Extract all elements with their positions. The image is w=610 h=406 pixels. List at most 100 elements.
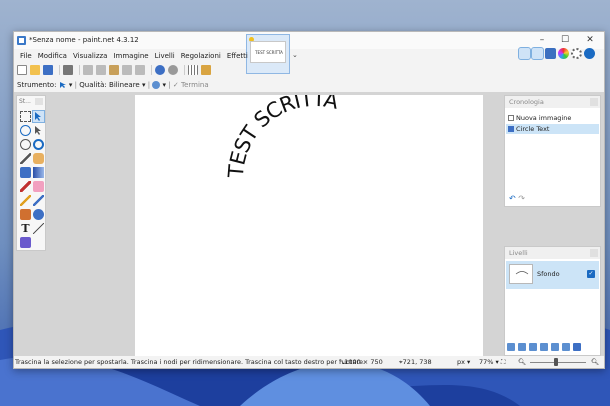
tools-window-icon[interactable] bbox=[518, 47, 531, 60]
menu-visualizza[interactable]: Visualizza bbox=[70, 50, 110, 63]
duplicate-layer-icon[interactable] bbox=[529, 343, 537, 351]
recolor-tool-icon[interactable] bbox=[33, 209, 44, 220]
image-tab-senza-nome[interactable]: TEST SCRITTA bbox=[246, 34, 290, 74]
maximize-button[interactable]: ☐ bbox=[554, 34, 576, 46]
tools-panel-close-icon[interactable] bbox=[35, 98, 43, 105]
options-separator: | bbox=[147, 81, 151, 89]
thumbnail-text: TEST SCRITTA bbox=[254, 50, 283, 55]
menu-file[interactable]: File bbox=[14, 50, 35, 63]
history-item-new-image[interactable]: Nuova immagine bbox=[506, 113, 599, 123]
tool-dropdown-icon[interactable]: ▾ bbox=[69, 81, 73, 89]
history-panel: Cronologia Nuova immagine Circle Text ↶ … bbox=[504, 95, 601, 207]
print-icon[interactable] bbox=[63, 65, 73, 75]
eraser-tool-icon[interactable] bbox=[33, 181, 44, 192]
tabs-dropdown-icon[interactable]: ⌄ bbox=[292, 51, 298, 59]
circle-text: TEST SCRITTA bbox=[224, 95, 342, 179]
blend-mode-icon[interactable] bbox=[152, 81, 161, 89]
layer-properties-icon[interactable] bbox=[573, 343, 581, 351]
clone-stamp-tool-icon[interactable] bbox=[20, 209, 31, 220]
zoom-select[interactable]: 77% ▾ ⛶ bbox=[479, 356, 505, 368]
merge-layer-down-icon[interactable] bbox=[540, 343, 548, 351]
color-picker-tool-icon[interactable] bbox=[33, 195, 44, 206]
deselect-icon[interactable] bbox=[135, 65, 145, 75]
help-icon[interactable] bbox=[584, 48, 595, 59]
gradient-tool-icon[interactable] bbox=[33, 167, 44, 178]
tool-label: Strumento: bbox=[17, 81, 57, 89]
units-select[interactable]: px ▾ bbox=[457, 356, 470, 368]
zoom-slider[interactable] bbox=[530, 362, 586, 363]
toolbar-separator bbox=[79, 65, 80, 75]
new-icon[interactable] bbox=[17, 65, 27, 75]
ellipse-select-tool-icon[interactable] bbox=[20, 139, 31, 150]
line-curve-tool-icon[interactable] bbox=[33, 223, 44, 234]
blend-dropdown-icon[interactable]: ▾ bbox=[163, 81, 167, 89]
effect-icon bbox=[508, 126, 514, 132]
layer-name: Sfondo bbox=[537, 270, 560, 278]
tools-panel: St... T bbox=[16, 95, 46, 251]
move-selection-tool-icon[interactable] bbox=[32, 110, 45, 123]
text-tool-icon[interactable]: T bbox=[20, 223, 31, 234]
history-window-icon[interactable] bbox=[531, 47, 544, 60]
history-undo-icon[interactable]: ↶ bbox=[509, 194, 516, 203]
menu-bar: File Modifica Visualizza Immagine Livelli Reg… bbox=[14, 50, 248, 63]
minimize-button[interactable]: – bbox=[531, 34, 553, 46]
history-panel-close-icon[interactable] bbox=[590, 98, 598, 106]
menu-immagine[interactable]: Immagine bbox=[110, 50, 151, 63]
ruler-icon[interactable] bbox=[201, 65, 211, 75]
move-selected-tool-icon[interactable] bbox=[33, 125, 44, 136]
menu-effetti[interactable]: Effetti bbox=[224, 50, 251, 63]
menu-regolazioni[interactable]: Regolazioni bbox=[178, 50, 224, 63]
move-layer-down-icon[interactable] bbox=[562, 343, 570, 351]
rectangle-select-tool-icon[interactable] bbox=[20, 111, 31, 122]
fit-window-icon[interactable]: ⛶ bbox=[501, 358, 506, 366]
copy-icon[interactable] bbox=[96, 65, 106, 75]
history-item-circle-text[interactable]: Circle Text bbox=[506, 124, 599, 134]
open-icon[interactable] bbox=[30, 65, 40, 75]
settings-icon[interactable] bbox=[571, 48, 582, 59]
pencil-tool-icon[interactable] bbox=[20, 195, 31, 206]
toolbar-separator bbox=[151, 65, 152, 75]
quality-select[interactable]: Bilineare bbox=[109, 81, 140, 89]
pan-tool-icon[interactable] bbox=[33, 153, 44, 164]
menu-modifica[interactable]: Modifica bbox=[35, 50, 70, 63]
close-button[interactable]: ✕ bbox=[579, 34, 601, 46]
menu-livelli[interactable]: Livelli bbox=[152, 50, 178, 63]
magic-wand-tool-icon[interactable] bbox=[20, 153, 31, 164]
zoom-in-icon[interactable]: 🔍︎ bbox=[591, 356, 599, 368]
layer-visibility-checkbox[interactable]: ✓ bbox=[587, 270, 595, 278]
grid-icon[interactable] bbox=[188, 65, 198, 75]
layers-panel-close-icon[interactable] bbox=[590, 249, 598, 257]
zoom-slider-thumb[interactable] bbox=[554, 358, 558, 366]
finish-button[interactable]: Termina bbox=[181, 81, 209, 89]
image-size-readout: ⤡1000 × 750 bbox=[339, 358, 383, 366]
lasso-tool-icon[interactable] bbox=[20, 125, 31, 136]
image-canvas[interactable]: TEST SCRITTA bbox=[135, 95, 483, 357]
shapes-tool-icon[interactable] bbox=[20, 237, 31, 248]
colors-window-icon[interactable] bbox=[558, 48, 569, 59]
layers-toolbar bbox=[507, 343, 599, 351]
crop-icon[interactable] bbox=[122, 65, 132, 75]
move-selection-tool-icon[interactable] bbox=[59, 81, 67, 89]
paste-icon[interactable] bbox=[109, 65, 119, 75]
save-icon[interactable] bbox=[43, 65, 53, 75]
layers-window-icon[interactable] bbox=[545, 48, 556, 59]
history-controls: ↶ ↷ bbox=[509, 194, 525, 203]
main-toolbar bbox=[17, 65, 247, 78]
history-item-label: Circle Text bbox=[516, 125, 550, 133]
image-tabs: TEST SCRITTA bbox=[246, 34, 290, 74]
app-window: *Senza nome - paint.net 4.3.12 – ☐ ✕ TES… bbox=[13, 31, 605, 369]
redo-icon[interactable] bbox=[168, 65, 178, 75]
history-panel-header: Cronologia bbox=[505, 96, 600, 108]
cut-icon[interactable] bbox=[83, 65, 93, 75]
paint-bucket-tool-icon[interactable] bbox=[20, 167, 31, 178]
delete-layer-icon[interactable] bbox=[518, 343, 526, 351]
quality-dropdown-icon[interactable]: ▾ bbox=[142, 81, 146, 89]
move-layer-up-icon[interactable] bbox=[551, 343, 559, 351]
undo-icon[interactable] bbox=[155, 65, 165, 75]
add-layer-icon[interactable] bbox=[507, 343, 515, 351]
zoom-out-icon[interactable]: 🔍︎ bbox=[518, 356, 526, 368]
history-redo-icon[interactable]: ↷ bbox=[518, 194, 525, 203]
layer-row-sfondo[interactable]: Sfondo ✓ bbox=[506, 261, 599, 289]
paintbrush-tool-icon[interactable] bbox=[20, 181, 31, 192]
zoom-tool-icon[interactable] bbox=[33, 139, 44, 150]
